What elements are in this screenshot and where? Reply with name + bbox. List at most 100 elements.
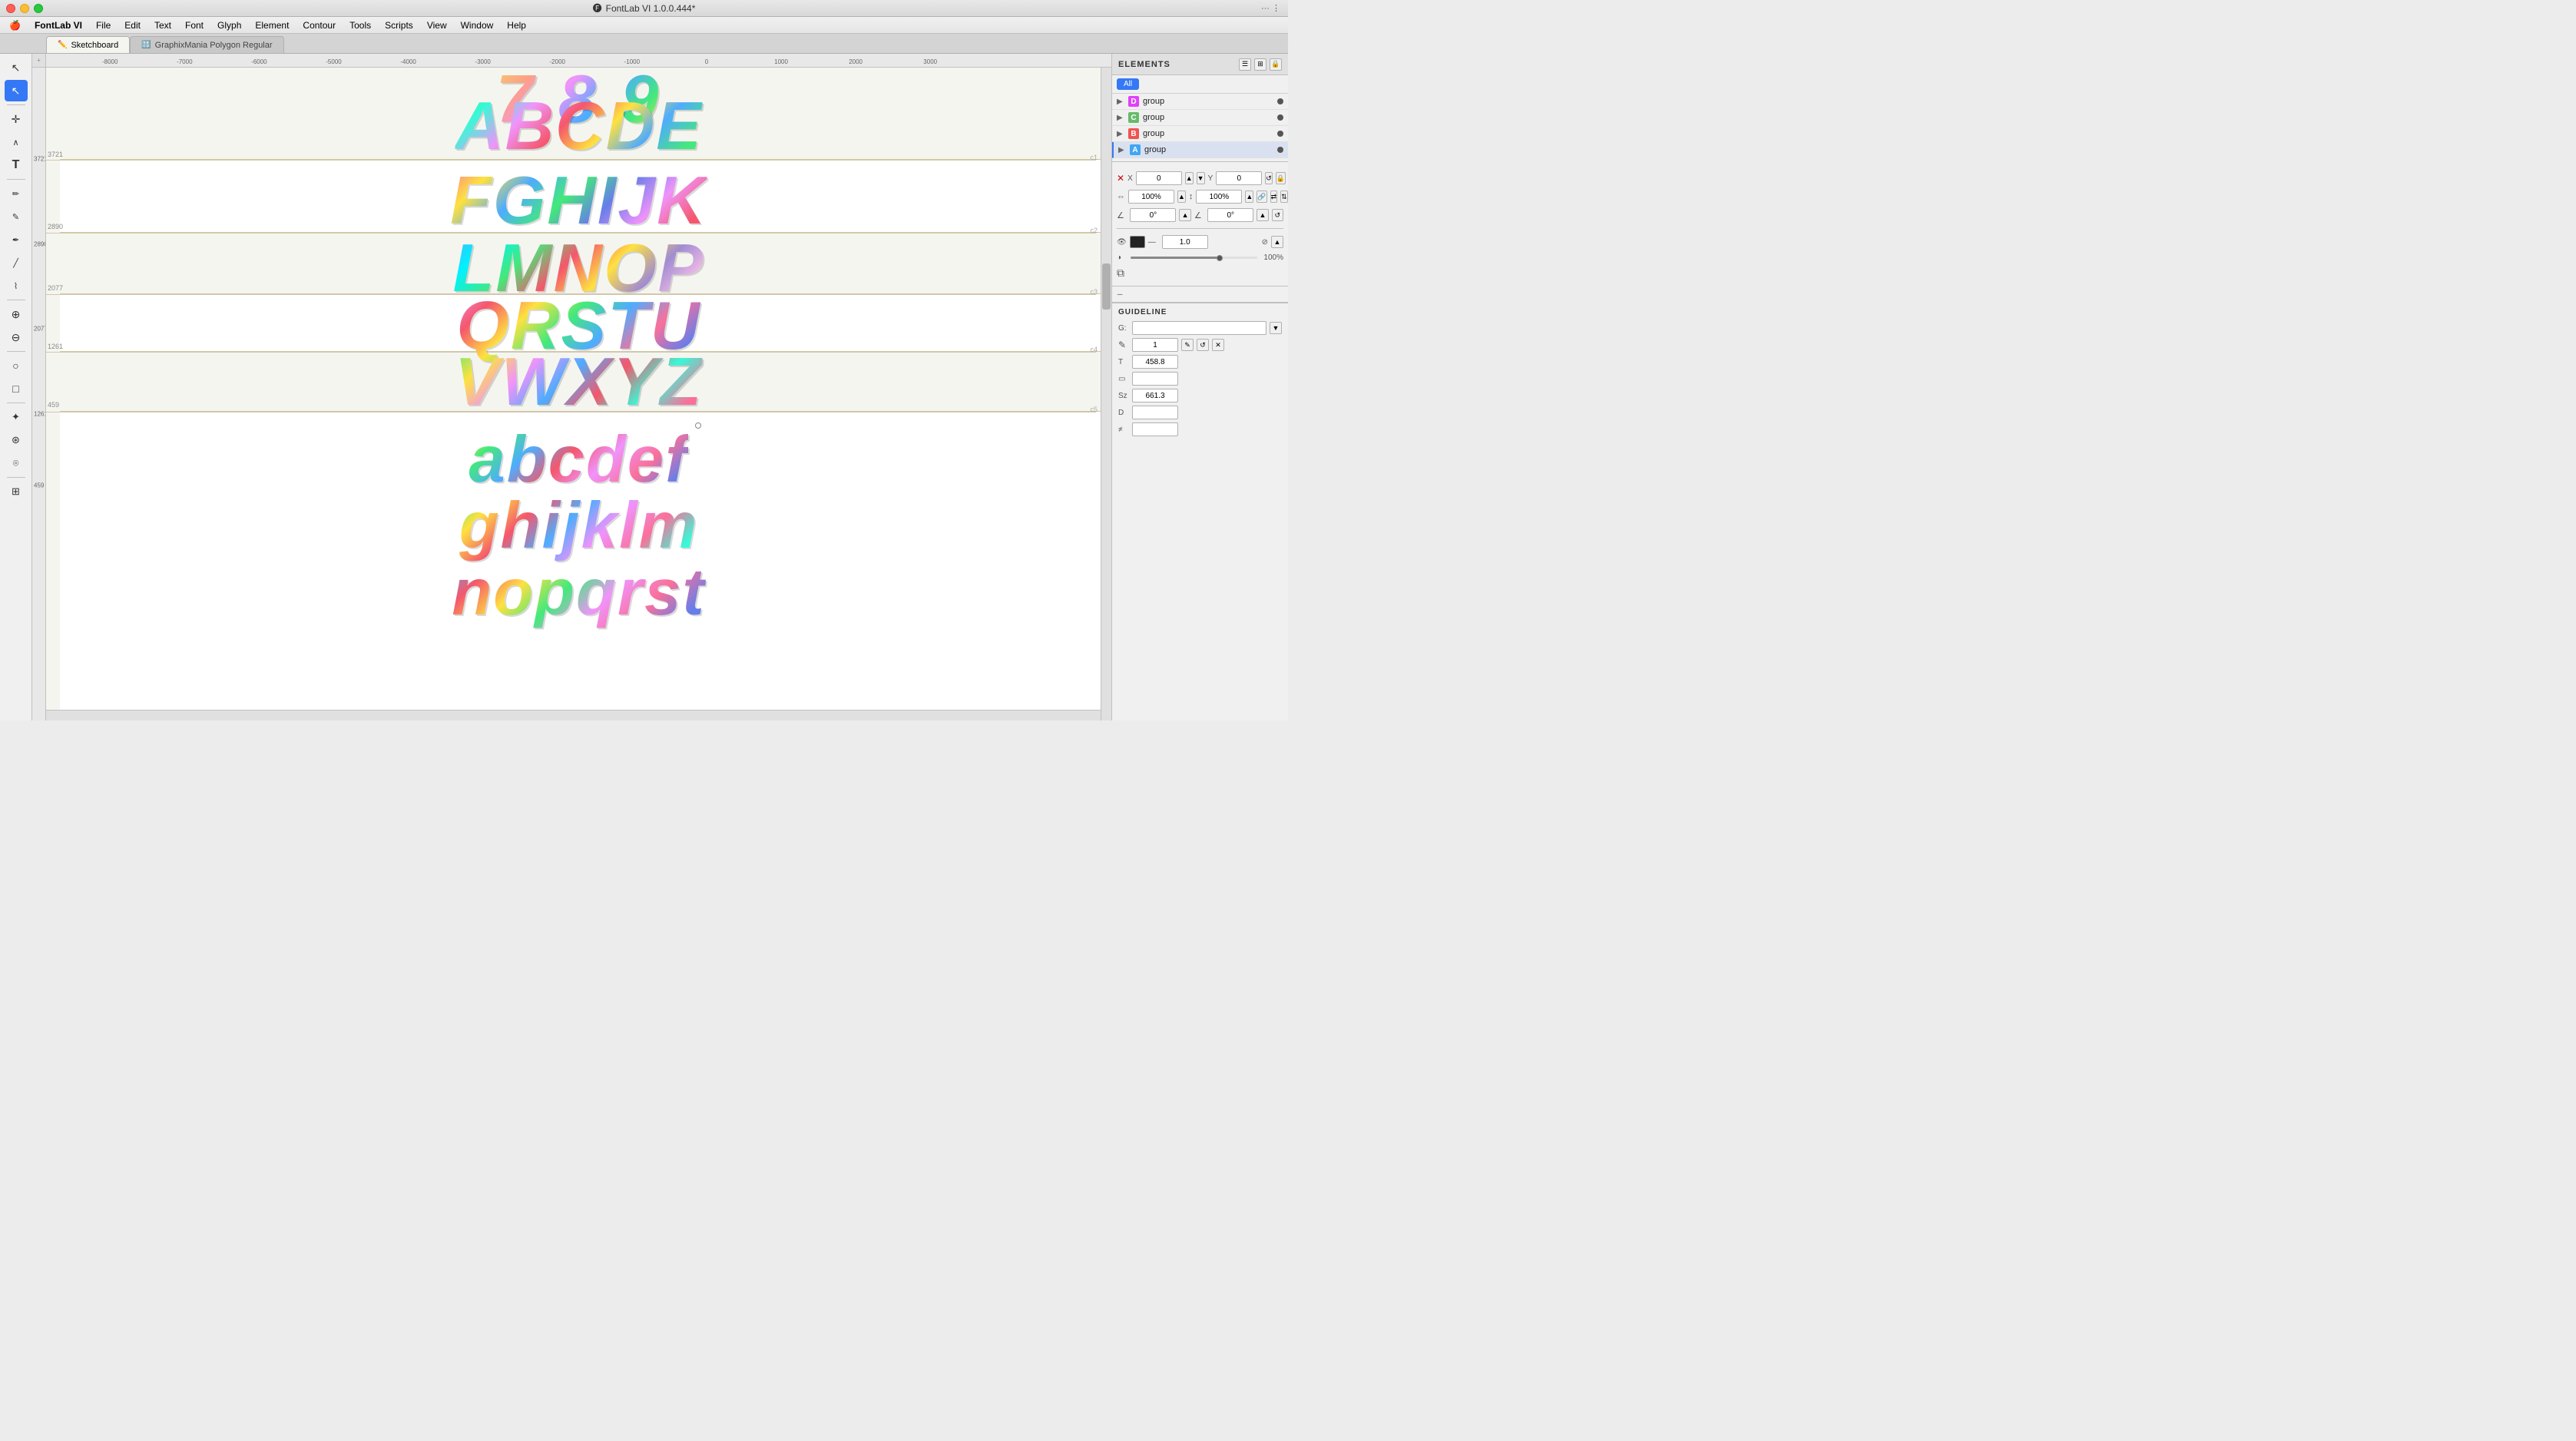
ctrl-x-input[interactable] [1136, 171, 1182, 185]
tool-pencil[interactable]: ✎ [5, 206, 28, 227]
guideline-delete[interactable]: ✕ [1212, 339, 1224, 351]
tool-select[interactable]: ↖ [5, 80, 28, 101]
guideline-g-icon: G: [1118, 324, 1129, 333]
tool-pointer[interactable]: ↖ [5, 57, 28, 78]
ctrl-h-up[interactable]: ▲ [1245, 190, 1253, 203]
menu-view[interactable]: View [421, 18, 453, 32]
tool-separator-6 [7, 477, 25, 478]
guideline-value-5[interactable] [1132, 422, 1178, 436]
guideline-value-2b[interactable] [1132, 372, 1178, 386]
panel-view-grid[interactable]: ⊞ [1254, 58, 1266, 71]
tool-pen[interactable]: ✒ [5, 229, 28, 250]
ctrl-flip-h[interactable]: ⇄ [1270, 190, 1278, 203]
menu-edit[interactable]: Edit [118, 18, 147, 32]
ctrl-color-swatch[interactable] [1130, 236, 1145, 248]
ctrl-stroke-up[interactable]: ▲ [1271, 236, 1283, 248]
menu-font[interactable]: Font [179, 18, 210, 32]
ruler-vtick-2890: 2890 [34, 240, 46, 247]
ruler-vtick-1261: 1261 [34, 410, 46, 417]
ctrl-layers-icon[interactable]: ⧉ [1117, 267, 1124, 280]
tool-contour[interactable]: ⌾ [5, 452, 28, 474]
tool-zoom-out[interactable]: ⊖ [5, 326, 28, 348]
menu-help[interactable]: Help [501, 18, 532, 32]
canvas[interactable]: c1 c2 c3 c4 c5 3721 2890 2077 1261 459 7… [46, 68, 1111, 720]
layer-item-D[interactable]: ▶ D group [1112, 94, 1288, 110]
guideline-value-2[interactable] [1132, 355, 1178, 369]
line-label-c2: c2 [1090, 227, 1098, 234]
tool-text[interactable]: T [5, 154, 28, 176]
menu-element[interactable]: Element [249, 18, 295, 32]
tool-circle[interactable]: ○ [5, 355, 28, 376]
ctrl-flip-v[interactable]: ⇅ [1280, 190, 1288, 203]
menu-tools[interactable]: Tools [343, 18, 377, 32]
panel-minus-divider: − [1112, 286, 1288, 303]
menu-contour[interactable]: Contour [296, 18, 342, 32]
guideline-value-4[interactable] [1132, 406, 1178, 419]
maximize-button[interactable] [34, 4, 43, 13]
window-extra-controls[interactable]: ··· ⋮ [1261, 3, 1280, 13]
tool-separator-1 [7, 104, 25, 105]
ctrl-stroke-input[interactable] [1162, 235, 1208, 249]
ctrl-angle2-up[interactable]: ▲ [1257, 209, 1268, 221]
ctrl-y-label: Y [1208, 174, 1214, 183]
ctrl-h-input[interactable] [1196, 190, 1242, 204]
tab-sketchboard[interactable]: ✏️ Sketchboard [46, 36, 130, 53]
tool-grid[interactable]: ⊞ [5, 481, 28, 502]
guideline-reset[interactable]: ↺ [1197, 339, 1209, 351]
tool-smartbrush[interactable]: ⊛ [5, 429, 28, 451]
menu-fontlab[interactable]: FontLab VI [28, 18, 88, 32]
ctrl-refresh[interactable]: ↺ [1265, 172, 1273, 184]
font-row-fghijk-text: FGHIJK [450, 162, 707, 238]
guideline-value-3[interactable] [1132, 389, 1178, 402]
layer-item-B[interactable]: ▶ B group [1112, 126, 1288, 142]
ctrl-angle-input[interactable] [1130, 208, 1176, 222]
menu-text[interactable]: Text [148, 18, 177, 32]
guideline-edit[interactable]: ✎ [1181, 339, 1194, 351]
guideline-dropdown[interactable]: ▼ [1270, 322, 1282, 334]
tab-graphixmania[interactable]: 🔠 GraphixMania Polygon Regular [130, 36, 283, 53]
close-button[interactable] [6, 4, 15, 13]
ctrl-chain[interactable]: 🔗 [1257, 190, 1266, 203]
tool-smartpen[interactable]: ✦ [5, 406, 28, 428]
menu-file[interactable]: File [90, 18, 117, 32]
layer-item-C[interactable]: ▶ C group [1112, 110, 1288, 126]
ctrl-angle-refresh[interactable]: ↺ [1272, 209, 1283, 221]
guideline-T-icon: T [1118, 358, 1129, 366]
menu-window[interactable]: Window [455, 18, 500, 32]
vertical-scrollbar[interactable] [1101, 68, 1111, 720]
tool-move[interactable]: ✛ [5, 108, 28, 130]
ruler-horizontal: -8000 -7000 -6000 -5000 -4000 -3000 -200… [46, 54, 1111, 67]
tool-rect[interactable]: □ [5, 378, 28, 399]
font-row-nopqrst: nopqrst [452, 555, 705, 631]
vertical-scroll-thumb[interactable] [1102, 263, 1111, 310]
tool-knife[interactable]: ⌇ [5, 275, 28, 296]
ctrl-lock[interactable]: 🔒 [1276, 172, 1286, 184]
horizontal-scrollbar[interactable] [46, 710, 1101, 720]
tool-brush[interactable]: ✏ [5, 183, 28, 204]
minimize-button[interactable] [20, 4, 29, 13]
guideline-value-1[interactable] [1132, 338, 1178, 352]
tool-line[interactable]: ╱ [5, 252, 28, 273]
ctrl-y-input[interactable] [1216, 171, 1262, 185]
ctrl-stroke-icon: — [1148, 238, 1159, 247]
panel-lock[interactable]: 🔒 [1270, 58, 1282, 71]
canvas-wrapper: + -8000 -7000 -6000 -5000 -4000 -3000 -2… [32, 54, 1111, 720]
guideline-input-1[interactable] [1132, 321, 1266, 335]
ctrl-angle2-input[interactable] [1207, 208, 1253, 222]
ctrl-x-up[interactable]: ▲ [1185, 172, 1194, 184]
tool-zoom-in[interactable]: ⊕ [5, 303, 28, 325]
filter-all[interactable]: All [1117, 78, 1139, 90]
ctrl-x-down[interactable]: ▼ [1197, 172, 1205, 184]
ctrl-w-up[interactable]: ▲ [1177, 190, 1186, 203]
panel-view-list[interactable]: ☰ [1239, 58, 1251, 71]
ctrl-w-input[interactable] [1128, 190, 1174, 204]
ruler-corner-plus[interactable]: + [37, 57, 41, 64]
minus-icon[interactable]: − [1117, 288, 1123, 300]
menu-apple[interactable]: 🍎 [3, 18, 27, 32]
ctrl-opacity-slider[interactable] [1131, 257, 1257, 259]
layer-item-A[interactable]: ▶ A group [1112, 142, 1288, 158]
ctrl-angle-up[interactable]: ▲ [1179, 209, 1190, 221]
menu-glyph[interactable]: Glyph [211, 18, 247, 32]
tool-anchor[interactable]: ∧ [5, 131, 28, 153]
menu-scripts[interactable]: Scripts [379, 18, 419, 32]
